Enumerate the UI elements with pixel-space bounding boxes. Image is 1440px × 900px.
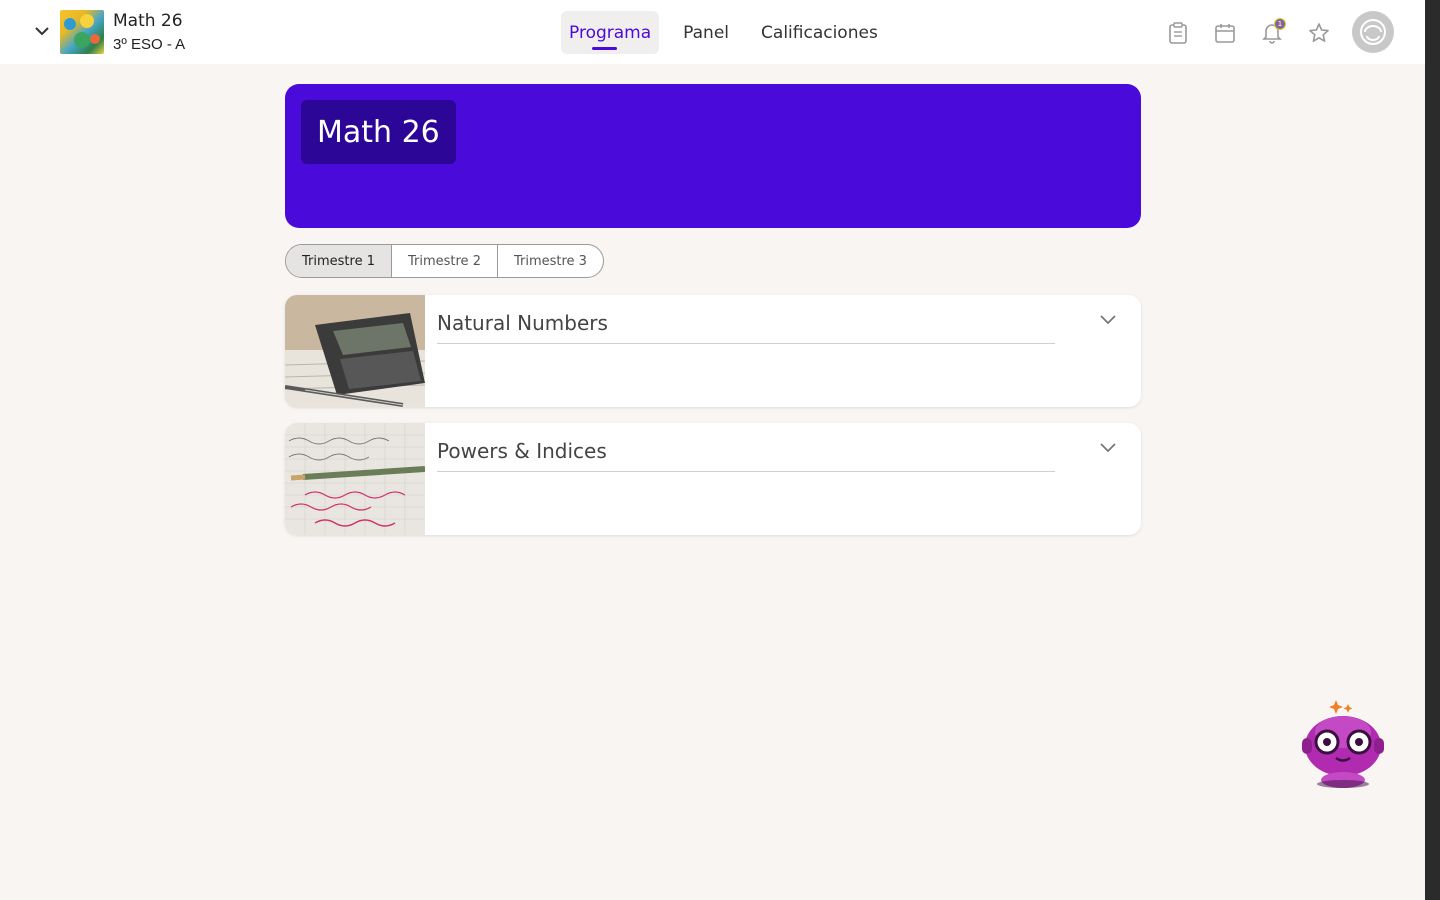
term-tabs: Trimestre 1 Trimestre 2 Trimestre 3 — [285, 244, 604, 278]
tab-trimestre-1[interactable]: Trimestre 1 — [286, 245, 391, 277]
tab-trimestre-2[interactable]: Trimestre 2 — [390, 245, 497, 277]
unit-title[interactable]: Natural Numbers — [437, 309, 1055, 344]
course-name: Math 26 — [113, 11, 183, 31]
calendar-icon[interactable] — [1212, 20, 1238, 46]
nav-programa[interactable]: Programa — [561, 11, 660, 54]
tab-trimestre-3[interactable]: Trimestre 3 — [496, 245, 603, 277]
clipboard-icon[interactable] — [1165, 20, 1191, 46]
avatar[interactable] — [1352, 11, 1394, 53]
course-thumbnail[interactable] — [60, 10, 104, 54]
course-group: 3º ESO - A — [113, 36, 186, 53]
chevron-down-icon[interactable] — [1097, 309, 1119, 331]
handwritten-math-photo — [285, 423, 425, 535]
robot-assistant-icon[interactable] — [1296, 698, 1390, 790]
avatar-icon — [1360, 19, 1386, 45]
top-bar: Math 26 3º ESO - A Programa Panel Califi… — [0, 0, 1425, 64]
unit-card[interactable]: Natural Numbers — [285, 295, 1141, 407]
notification-badge: 1 — [1274, 18, 1286, 30]
chevron-down-icon[interactable] — [1097, 437, 1119, 459]
main-nav: Programa Panel Calificaciones — [561, 11, 902, 54]
unit-title[interactable]: Powers & Indices — [437, 437, 1055, 472]
unit-card[interactable]: Powers & Indices — [285, 423, 1141, 535]
bell-icon[interactable]: 1 — [1259, 18, 1286, 46]
star-icon[interactable] — [1306, 20, 1332, 46]
calculator-photo — [285, 295, 425, 407]
nav-panel[interactable]: Panel — [675, 11, 737, 54]
banner-title: Math 26 — [301, 100, 456, 164]
course-banner: Math 26 — [285, 84, 1141, 228]
scrollbar-track[interactable] — [1425, 0, 1440, 900]
nav-calificaciones[interactable]: Calificaciones — [753, 11, 886, 54]
chevron-down-icon[interactable] — [33, 22, 51, 40]
